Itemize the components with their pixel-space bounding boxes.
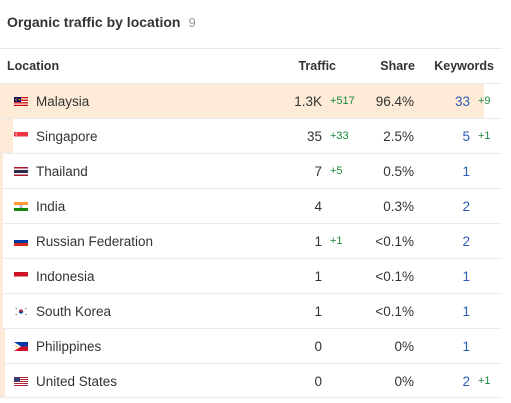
column-header-location[interactable]: Location: [7, 49, 59, 84]
location-table: Location Traffic Share Keywords Malaysia…: [0, 48, 502, 398]
india-flag-icon: [14, 202, 28, 211]
share-bar: [0, 294, 3, 328]
keywords-link[interactable]: 1: [462, 154, 470, 189]
share-value: 0%: [394, 339, 414, 354]
column-header-keywords[interactable]: Keywords: [434, 49, 494, 84]
indonesia-flag-icon: [14, 272, 28, 281]
philippines-flag-icon: [14, 342, 28, 351]
share-value: 2.5%: [383, 129, 414, 144]
location-name[interactable]: South Korea: [36, 294, 111, 329]
table-header: Location Traffic Share Keywords: [0, 48, 502, 83]
share-bar: [0, 119, 13, 153]
table-row[interactable]: India 4 0.3% 2: [0, 188, 502, 223]
keywords-link[interactable]: 2: [462, 189, 470, 224]
united-states-flag-icon: [14, 377, 28, 386]
traffic-value: 1: [314, 269, 322, 284]
share-value: 96.4%: [375, 94, 414, 109]
keywords-delta: +1: [478, 375, 491, 387]
share-bar: [0, 364, 5, 397]
share-bar: [0, 189, 3, 223]
south-korea-flag-icon: [14, 307, 28, 316]
traffic-value: 1.3K: [294, 94, 322, 109]
keywords-delta: +9: [478, 95, 491, 107]
keywords-link[interactable]: 33: [455, 84, 470, 119]
thailand-flag-icon: [14, 167, 28, 176]
panel-header: Organic traffic by location 9: [7, 13, 196, 31]
location-name[interactable]: Philippines: [36, 329, 101, 364]
location-name[interactable]: Russian Federation: [36, 224, 153, 259]
table-row[interactable]: South Korea 1 <0.1% 1: [0, 293, 502, 328]
traffic-value: 0: [314, 339, 322, 354]
keywords-link[interactable]: 1: [462, 329, 470, 364]
keywords-link[interactable]: 1: [462, 294, 470, 329]
traffic-value: 0: [314, 374, 322, 389]
share-bar: [0, 224, 3, 258]
share-value: <0.1%: [375, 234, 414, 249]
location-name[interactable]: United States: [36, 364, 117, 399]
traffic-delta: +1: [330, 235, 343, 247]
share-value: <0.1%: [375, 269, 414, 284]
location-name[interactable]: Indonesia: [36, 259, 95, 294]
traffic-value: 35: [306, 129, 322, 144]
column-header-share[interactable]: Share: [380, 49, 415, 84]
column-header-traffic[interactable]: Traffic: [298, 49, 336, 84]
table-row[interactable]: Russian Federation 1 +1 <0.1% 2: [0, 223, 502, 258]
keywords-delta: +1: [478, 130, 491, 142]
share-value: 0%: [394, 374, 414, 389]
share-value: 0.5%: [383, 164, 414, 179]
share-value: <0.1%: [375, 304, 414, 319]
table-row[interactable]: United States 0 0% 2 +1: [0, 363, 502, 398]
location-name[interactable]: Singapore: [36, 119, 98, 154]
table-body: Malaysia 1.3K +517 96.4% 33 +9 Singapore 35 +33 2…: [0, 83, 502, 398]
table-row[interactable]: Philippines 0 0% 1: [0, 328, 502, 363]
table-row[interactable]: Malaysia 1.3K +517 96.4% 33 +9: [0, 83, 502, 118]
keywords-link[interactable]: 2: [462, 224, 470, 259]
share-bar: [0, 154, 3, 188]
keywords-link[interactable]: 1: [462, 259, 470, 294]
keywords-link[interactable]: 2: [462, 364, 470, 399]
singapore-flag-icon: [14, 132, 28, 141]
traffic-value: 4: [314, 199, 322, 214]
share-value: 0.3%: [383, 199, 414, 214]
location-name[interactable]: Malaysia: [36, 84, 89, 119]
keywords-link[interactable]: 5: [462, 119, 470, 154]
traffic-value: 1: [314, 304, 322, 319]
traffic-delta: +5: [330, 165, 343, 177]
traffic-value: 1: [314, 234, 322, 249]
share-bar: [0, 259, 3, 293]
table-row[interactable]: Indonesia 1 <0.1% 1: [0, 258, 502, 293]
location-name[interactable]: Thailand: [36, 154, 88, 189]
traffic-delta: +517: [330, 95, 355, 107]
russia-flag-icon: [14, 237, 28, 246]
table-row[interactable]: Thailand 7 +5 0.5% 1: [0, 153, 502, 188]
share-bar: [0, 329, 5, 363]
location-name[interactable]: India: [36, 189, 65, 224]
traffic-delta: +33: [330, 130, 349, 142]
location-count: 9: [188, 14, 196, 30]
malaysia-flag-icon: [14, 97, 28, 106]
panel-title: Organic traffic by location: [7, 14, 181, 30]
table-row[interactable]: Singapore 35 +33 2.5% 5 +1: [0, 118, 502, 153]
traffic-value: 7: [314, 164, 322, 179]
